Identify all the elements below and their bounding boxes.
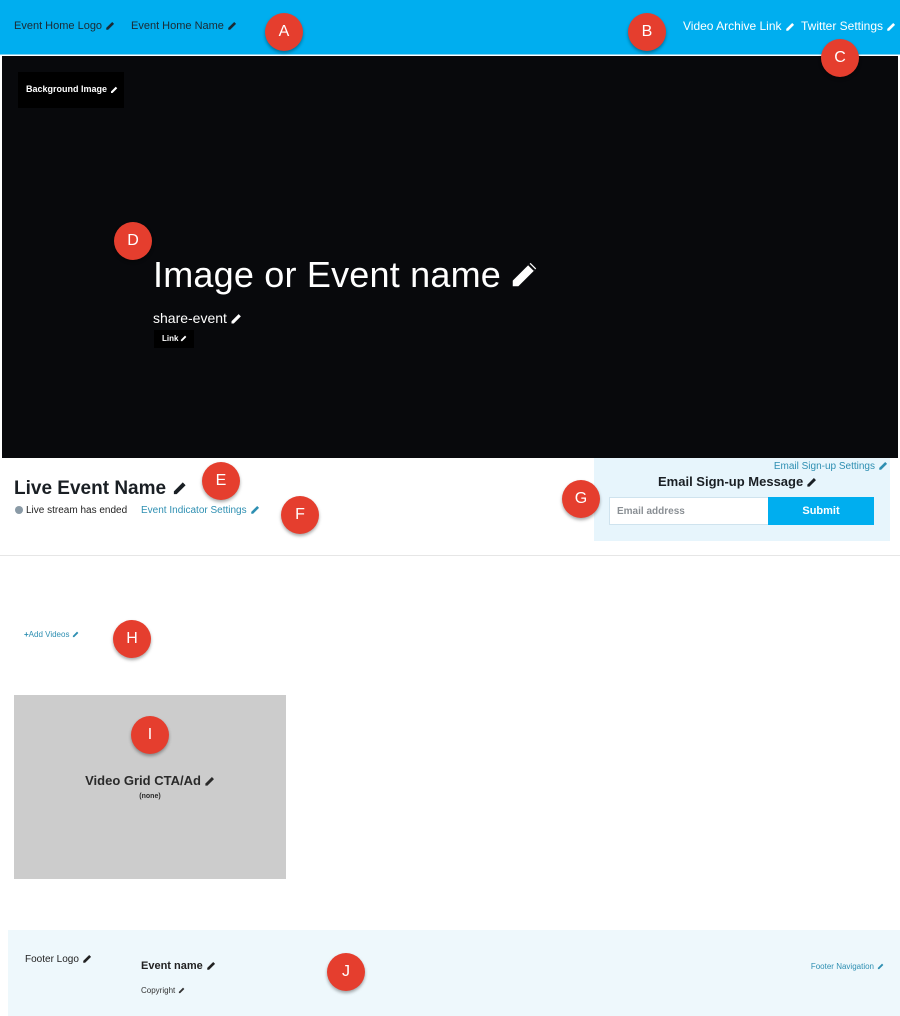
email-address-input[interactable] xyxy=(609,497,769,525)
pencil-icon xyxy=(227,21,237,31)
callout-badge-g: G xyxy=(562,480,600,518)
callout-badge-j: J xyxy=(327,953,365,991)
callout-badge-e: E xyxy=(202,462,240,500)
pencil-icon xyxy=(180,335,187,342)
event-home-name-edit[interactable]: Event Home Name xyxy=(131,20,237,32)
pencil-icon xyxy=(878,461,888,471)
pencil-icon xyxy=(509,260,539,290)
twitter-settings-edit[interactable]: Twitter Settings xyxy=(801,19,896,33)
live-status: Live stream has ended xyxy=(15,505,127,516)
pencil-icon xyxy=(105,21,115,31)
add-videos-link[interactable]: +Add Videos xyxy=(24,630,79,639)
pencil-icon xyxy=(250,505,260,515)
email-signup-panel: Email Sign-up Settings Email Sign-up Mes… xyxy=(594,458,890,541)
pencil-icon xyxy=(110,86,118,94)
event-indicator-settings-link[interactable]: Event Indicator Settings xyxy=(141,505,260,516)
pencil-icon xyxy=(785,22,795,32)
live-event-section: Live Event Name Live stream has ended Ev… xyxy=(0,458,900,556)
pencil-icon xyxy=(877,963,884,970)
footer-navigation-link[interactable]: Footer Navigation xyxy=(811,962,884,971)
pencil-icon xyxy=(886,22,896,32)
callout-badge-h: H xyxy=(113,620,151,658)
footer: Footer Logo Event name Copyright Footer … xyxy=(8,930,900,1016)
live-event-name-edit[interactable]: Live Event Name xyxy=(14,478,187,500)
callout-badge-b: B xyxy=(628,13,666,51)
video-archive-link-edit[interactable]: Video Archive Link xyxy=(683,19,795,33)
pencil-icon xyxy=(172,481,187,496)
video-grid-cta-value: (none) xyxy=(139,793,161,800)
pencil-icon xyxy=(806,477,817,488)
pencil-icon xyxy=(72,631,79,638)
footer-event-name-edit[interactable]: Event name xyxy=(141,960,216,972)
hero-link-edit[interactable]: Link xyxy=(154,330,194,348)
email-signup-message-edit[interactable]: Email Sign-up Message xyxy=(658,474,817,489)
event-home-header: Event Home Logo Event Home Name Video Ar… xyxy=(0,0,900,55)
footer-copyright-edit[interactable]: Copyright xyxy=(141,986,185,995)
footer-logo-edit[interactable]: Footer Logo xyxy=(25,954,92,965)
event-home-logo-edit[interactable]: Event Home Logo xyxy=(14,20,115,32)
pencil-icon xyxy=(230,313,242,325)
pencil-icon xyxy=(204,776,215,787)
callout-badge-i: I xyxy=(131,716,169,754)
email-signup-settings-link[interactable]: Email Sign-up Settings xyxy=(774,461,888,472)
hero-title-edit[interactable]: Image or Event name xyxy=(153,254,539,296)
background-image-edit[interactable]: Background Image xyxy=(18,72,124,108)
video-grid-cta-title: Video Grid CTA/Ad xyxy=(14,773,286,788)
share-event-edit[interactable]: share-event xyxy=(153,310,242,326)
status-dot-icon xyxy=(15,506,23,514)
callout-badge-d: D xyxy=(114,222,152,260)
submit-button[interactable]: Submit xyxy=(768,497,874,525)
pencil-icon xyxy=(178,987,185,994)
pencil-icon xyxy=(82,954,92,964)
callout-badge-c: C xyxy=(821,39,859,77)
callout-badge-a: A xyxy=(265,13,303,51)
pencil-icon xyxy=(206,961,216,971)
callout-badge-f: F xyxy=(281,496,319,534)
